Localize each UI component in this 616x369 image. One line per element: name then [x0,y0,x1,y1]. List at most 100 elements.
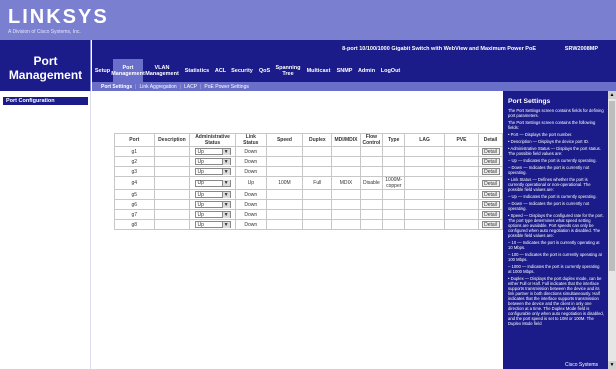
admin-status-select[interactable]: Up ▼ [194,179,231,187]
detail-button[interactable]: Detail [481,168,500,175]
chevron-down-icon[interactable]: ▼ [221,168,230,175]
col-lag: LAG [404,133,445,147]
mdi-cell [331,166,361,177]
speed-cell [265,156,304,167]
help-panel: Port Settings The Port Settings screen c… [503,91,608,369]
submenu-link-aggregation[interactable]: Link Aggregation [136,84,179,90]
admin-status-select[interactable]: Up ▼ [194,211,231,218]
col-pve: PVE [443,133,480,147]
col-detail: Detail [478,133,503,147]
menu-qos[interactable]: QoS [256,59,273,82]
menu-snmp[interactable]: SNMP [334,59,355,82]
speed-cell [265,189,304,200]
menu-security[interactable]: Security [228,59,256,82]
detail-button[interactable]: Detail [481,179,500,187]
help-paragraph: • Description — Displays the device port… [508,139,590,144]
chevron-down-icon[interactable]: ▼ [221,148,230,155]
scroll-up-icon[interactable]: ▲ [608,91,616,99]
chevron-down-icon[interactable]: ▼ [221,191,230,198]
help-paragraph: – Down — Indicates the port is currently… [508,201,590,211]
help-paragraph: • Speed — Displays the configured rate f… [508,213,604,238]
help-paragraph: • Duplex — Displays the port duplex mode… [508,276,604,326]
menu-statistics[interactable]: Statistics [181,59,213,82]
help-paragraph: The Port Settings screen contains fields… [508,108,604,118]
type-cell [382,146,406,157]
detail-cell: Detail [478,219,503,230]
chevron-down-icon[interactable]: ▼ [221,158,230,165]
submenu-poe-power-settings[interactable]: PoE Power Settings [201,84,251,90]
description-cell [153,189,191,200]
pve-cell [443,176,480,190]
description-cell [153,199,191,210]
chevron-down-icon[interactable]: ▼ [221,211,230,218]
table-row: g2 Up ▼ Down Detail [114,156,503,167]
detail-button[interactable]: Detail [481,148,500,155]
duplex-cell [302,209,333,220]
menu-setup[interactable]: Setup [92,59,113,82]
type-cell [382,189,406,200]
detail-button[interactable]: Detail [481,191,500,198]
detail-button[interactable]: Detail [481,201,500,208]
scroll-down-icon[interactable]: ▼ [608,361,616,369]
type-cell [382,156,406,167]
speed-cell [265,219,304,230]
detail-cell: Detail [478,189,503,200]
pve-cell [443,209,480,220]
speed-cell [265,209,304,220]
sub-menu: Port Settings | Link Aggregation | LACP … [92,82,616,91]
flow-cell [359,146,384,157]
lag-cell [404,219,445,230]
description-cell [153,219,191,230]
menu-multicast[interactable]: Multicast [303,59,334,82]
scroll-thumb[interactable] [609,101,615,271]
link-status-cell: Down [234,199,267,210]
detail-button[interactable]: Detail [481,221,500,228]
flow-cell [359,209,384,220]
admin-status-cell: Up ▼ [189,219,236,230]
duplex-cell [302,156,333,167]
col-type: Type [382,133,406,147]
help-paragraph: – Up — Indicates the port is currently o… [508,194,597,199]
detail-cell: Detail [478,156,503,167]
detail-button[interactable]: Detail [481,211,500,218]
link-status-cell: Down [234,166,267,177]
admin-status-select[interactable]: Up ▼ [194,221,231,228]
link-status-cell: Up [234,176,267,190]
admin-status-select[interactable]: Up ▼ [194,191,231,198]
submenu-lacp[interactable]: LACP [181,84,200,90]
menu-acl[interactable]: ACL [213,59,228,82]
pve-cell [443,219,480,230]
type-cell: 1000M-copper [382,176,406,190]
chevron-down-icon[interactable]: ▼ [221,180,230,186]
pve-cell [443,199,480,210]
speed-cell: 100M [265,176,304,190]
menu-logout[interactable]: LogOut [378,59,403,82]
table-row: g1 Up ▼ Down Detail [114,146,503,157]
admin-status-cell: Up ▼ [189,176,236,190]
type-cell [382,166,406,177]
admin-status-cell: Up ▼ [189,209,236,220]
admin-status-select[interactable]: Up ▼ [194,168,231,175]
sidebar-item-port-configuration[interactable]: Port Configuration [3,97,88,105]
admin-status-select[interactable]: Up ▼ [194,148,231,155]
help-paragraph: – 1000 — Indicates the port is currently… [508,264,600,274]
chevron-down-icon[interactable]: ▼ [221,221,230,228]
menu-port-management[interactable]: Port Management [111,59,145,82]
help-scrollbar[interactable]: ▲ ▼ [608,91,616,369]
port-cell: g3 [114,166,155,177]
mdi-cell [331,189,361,200]
admin-status-select[interactable]: Up ▼ [194,201,231,208]
menu-admin[interactable]: Admin [355,59,378,82]
flow-cell: Disable [359,176,384,190]
help-paragraph: – 100 — Indicates the port is currently … [508,252,602,262]
flow-cell [359,166,384,177]
port-cell: g4 [114,176,155,190]
admin-status-select[interactable]: Up ▼ [194,158,231,165]
port-cell: g5 [114,189,155,200]
detail-button[interactable]: Detail [481,158,500,165]
chevron-down-icon[interactable]: ▼ [221,201,230,208]
mdi-cell [331,146,361,157]
menu-spanning-tree[interactable]: Spanning Tree [273,59,303,82]
submenu-port-settings[interactable]: Port Settings [98,84,135,90]
menu-vlan-management[interactable]: VLAN Management [143,59,181,82]
